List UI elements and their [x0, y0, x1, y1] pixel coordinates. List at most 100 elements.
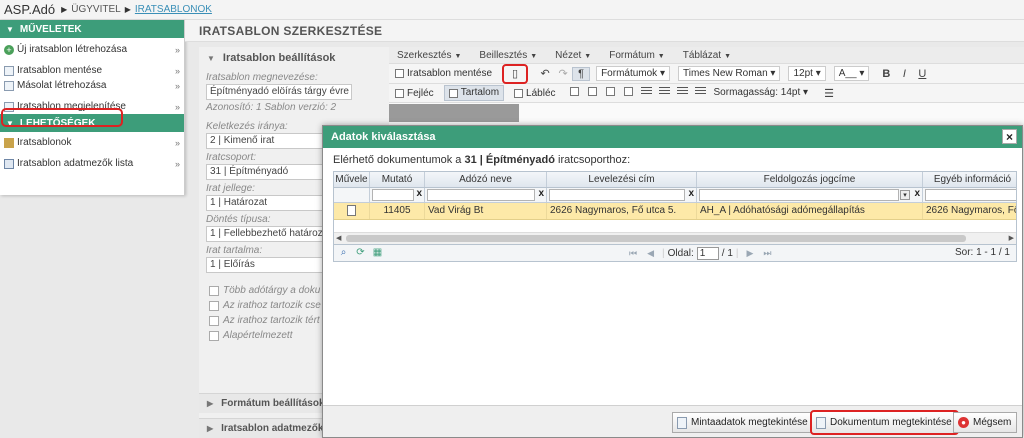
app-brand[interactable]: ASP.Adó	[4, 2, 55, 17]
cell-mutato: 11405	[370, 203, 425, 219]
cancel-button[interactable]: ● Mégsem	[953, 412, 1018, 433]
menu-insert[interactable]: Beillesztés ▼	[479, 50, 537, 61]
chevron-right-icon: ▶	[207, 424, 214, 433]
filter-name[interactable]: x	[425, 188, 547, 202]
row-count: Sor: 1 - 1 / 1	[954, 247, 1010, 258]
font-select[interactable]: Times New Roman ▾	[678, 66, 781, 81]
menu-table[interactable]: Táblázat ▼	[683, 50, 731, 61]
header-tab-button[interactable]: Fejléc	[395, 88, 434, 99]
last-page-icon[interactable]: ⏭	[763, 248, 771, 259]
sidebar-item-label: Iratsablon adatmezők lista	[17, 158, 134, 169]
sidebar-item-save-template[interactable]: Iratsablon mentése »	[0, 63, 184, 78]
sidebar-item-copy[interactable]: Másolat létrehozása »	[0, 78, 184, 93]
undo-icon[interactable]: ↶	[536, 67, 554, 80]
settings-title: Iratsablon beállítások	[222, 52, 336, 64]
line-height-select[interactable]: Sormagasság: 14pt ▾	[710, 86, 813, 101]
save-template-button[interactable]: Iratsablon mentése	[395, 68, 492, 79]
checkbox[interactable]	[209, 285, 219, 296]
menu-format[interactable]: Formátum ▼	[609, 50, 665, 61]
sidebar-item-field-list[interactable]: Iratsablon adatmezők lista »	[0, 156, 184, 171]
filter-address[interactable]: x	[547, 188, 697, 202]
next-page-icon[interactable]: ▶	[747, 248, 754, 259]
col-header-address[interactable]: Levelezési cím	[547, 172, 697, 187]
save-icon[interactable]	[584, 87, 602, 99]
cell-name: Vad Virág Bt	[425, 203, 547, 219]
section-title: Formátum beállítások	[221, 398, 325, 409]
font-size-select[interactable]: 12pt ▾	[788, 66, 826, 81]
refresh-icon[interactable]: ⟳	[355, 247, 366, 258]
pilcrow-icon[interactable]: ¶	[572, 66, 591, 81]
checkbox[interactable]	[209, 315, 219, 326]
page-title: IRATSABLON SZERKESZTÉSE	[185, 20, 1024, 42]
first-page-icon[interactable]: ⏮	[629, 248, 637, 259]
checkbox[interactable]	[209, 300, 219, 311]
preview-document-icon[interactable]: ▯	[502, 63, 529, 84]
checkbox-label: Az irathoz tartozik tért	[223, 315, 320, 326]
sidebar-item-templates[interactable]: Iratsablonok »	[0, 135, 184, 150]
dialog-title-bar: Adatok kiválasztása ×	[323, 126, 1022, 148]
checkbox[interactable]	[209, 330, 219, 341]
scrollbar-thumb[interactable]	[346, 235, 966, 242]
filter-mutato[interactable]: x	[370, 188, 425, 202]
scroll-right-icon[interactable]: ▶	[1009, 234, 1014, 242]
horizontal-scrollbar[interactable]: ◀ ▶	[334, 232, 1016, 244]
sidebar-section-muveletek[interactable]: ▼ MŰVELETEK	[0, 20, 184, 38]
search-icon[interactable]: ⌕	[338, 247, 349, 258]
clear-icon[interactable]: x	[416, 188, 422, 199]
underline-button[interactable]: U	[913, 68, 931, 80]
image-icon[interactable]	[566, 87, 584, 99]
col-header-jogcim[interactable]: Feldolgozás jogcíme	[697, 172, 923, 187]
col-header-other[interactable]: Egyéb információ	[923, 172, 1016, 187]
footer-tab-button[interactable]: Lábléc	[514, 87, 556, 99]
document-preview-button[interactable]: Dokumentum megtekintése	[810, 410, 959, 435]
col-header-name[interactable]: Adózó neve	[425, 172, 547, 187]
page-input[interactable]: 1	[696, 247, 719, 260]
col-header-mutato[interactable]: Mutató	[370, 172, 425, 187]
font-color-select[interactable]: A__ ▾	[833, 66, 870, 81]
clear-icon[interactable]: x	[914, 188, 920, 199]
menu-edit[interactable]: Szerkesztés ▼	[397, 50, 461, 61]
redo-icon[interactable]: ↷	[554, 67, 572, 80]
breadcrumb-iratsablonok[interactable]: IRATSABLONOK	[135, 4, 212, 15]
button-label: Lábléc	[526, 87, 556, 99]
align-left-icon[interactable]	[638, 87, 656, 99]
close-icon[interactable]: ×	[1002, 129, 1017, 144]
align-right-icon[interactable]	[674, 87, 692, 99]
sidebar-item-new-template[interactable]: + Új iratsablon létrehozása »	[0, 42, 184, 57]
align-center-icon[interactable]	[656, 87, 674, 99]
clear-icon[interactable]: x	[688, 188, 694, 199]
grid-icon	[4, 158, 14, 169]
menu-view[interactable]: Nézet ▼	[555, 50, 591, 61]
editor-toolbar-2: Fejléc Tartalom Lábléc Sormagasság: 14pt…	[389, 84, 1024, 103]
formats-select[interactable]: Formátumok ▾	[596, 66, 670, 81]
italic-button[interactable]: I	[895, 68, 913, 80]
paste-icon[interactable]	[620, 87, 638, 99]
sample-data-preview-button[interactable]: Mintaadatok megtekintése	[672, 412, 814, 433]
bold-button[interactable]: B	[877, 68, 895, 80]
settings-header[interactable]: ▼ Iratsablon beállítások	[199, 47, 389, 69]
filter-jogcim[interactable]: ▾ x	[697, 188, 923, 202]
chevron-down-icon: ▼	[207, 53, 215, 63]
clear-icon[interactable]: x	[538, 188, 544, 199]
table-row[interactable]: 11405 Vad Virág Bt 2626 Nagymaros, Fő ut…	[334, 203, 1016, 220]
chevron-down-icon[interactable]: ▾	[900, 190, 910, 200]
editor-menubar: Szerkesztés ▼ Beillesztés ▼ Nézet ▼ Formátu…	[389, 47, 1024, 64]
copy-icon[interactable]	[602, 87, 620, 99]
row-action[interactable]	[334, 203, 370, 219]
list-icon[interactable]: ☰	[820, 87, 838, 100]
scroll-left-icon[interactable]: ◀	[336, 234, 341, 242]
cell-address: 2626 Nagymaros, Fő utca 5.	[547, 203, 697, 219]
align-justify-icon[interactable]	[692, 87, 710, 99]
breadcrumb-arrow-icon: ▶	[124, 5, 131, 14]
export-icon[interactable]: ▦	[372, 247, 383, 258]
content-tab-button[interactable]: Tartalom	[443, 85, 505, 101]
cell-other: 2626 Nagymaros, Fő u	[923, 203, 1016, 219]
col-header-action[interactable]: Művele	[334, 172, 370, 187]
name-input[interactable]: Építményadó elöírás tárgy évre m	[206, 84, 352, 100]
prev-page-icon[interactable]: ◀	[647, 248, 654, 259]
filter-other[interactable]	[923, 188, 1016, 202]
page-total: / 1	[721, 248, 733, 259]
section-title: Iratsablon adatmezők	[221, 423, 324, 434]
document-icon[interactable]	[347, 205, 356, 216]
breadcrumb-ugyvitel[interactable]: ÜGYVITEL	[71, 4, 120, 15]
